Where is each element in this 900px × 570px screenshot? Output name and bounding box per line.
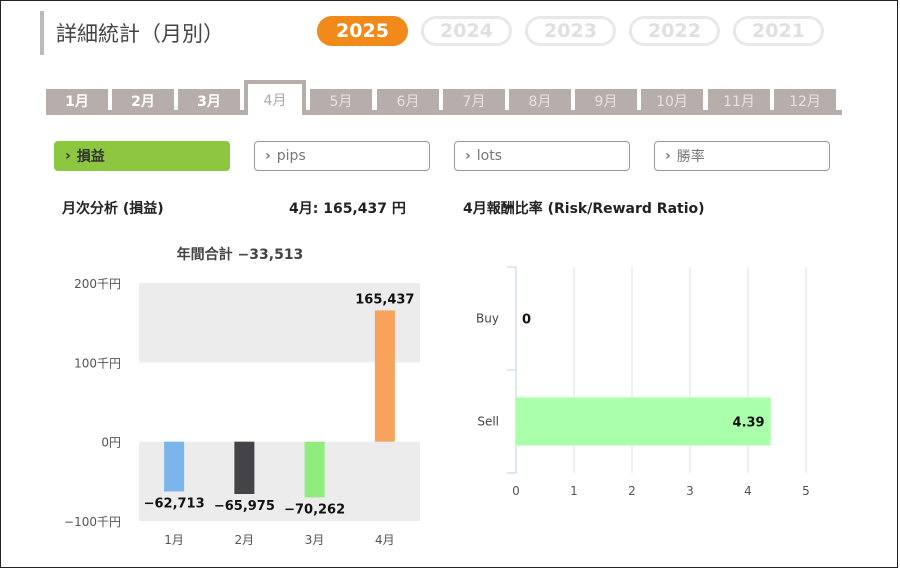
y-tick-label: 100千円 (74, 356, 121, 370)
x-tick-label: 2月 (235, 533, 255, 547)
y-tick-label: 0円 (101, 436, 121, 450)
year-button-2024[interactable]: 2024 (421, 16, 512, 46)
x-tick-label: 1月 (164, 533, 184, 547)
x-tick-label: 1 (570, 484, 578, 498)
page-title: 詳細統計（月別） (56, 22, 224, 46)
monthly-pnl-chart: 年間合計 −33,513 200千円 100千円 0円 −100千円 −62,713 1月 −… (64, 246, 420, 547)
chevron-right-icon: › (65, 148, 71, 164)
year-button-2022[interactable]: 2022 (629, 16, 720, 46)
bar (234, 441, 255, 495)
tab-month-9[interactable]: 9月 (575, 89, 637, 113)
year-button-2025[interactable]: 2025 (317, 16, 408, 46)
risk-reward-chart: 0 1 2 3 4 5 Buy 0 Sell 4.39 (476, 266, 810, 498)
bar (374, 310, 395, 442)
year-selector: 2025 2024 2023 2022 2021 (317, 16, 837, 46)
chart-title: 年間合計 −33,513 (177, 246, 304, 263)
monthly-analysis-label: 月次分析 (損益) (62, 201, 164, 217)
metric-label: lots (476, 148, 503, 164)
metric-button-lots[interactable]: › lots (454, 141, 630, 171)
tab-month-5[interactable]: 5月 (310, 89, 372, 113)
bar (164, 441, 185, 492)
tab-month-2[interactable]: 2月 (112, 89, 174, 113)
y-category-label: Buy (476, 312, 499, 326)
month-tabs: 1月 2月 3月 4月 5月 6月 7月 8月 9月 10月 11月 12月 (46, 80, 842, 116)
x-tick-label: 4月 (375, 533, 395, 547)
x-tick-label: 4 (744, 484, 752, 498)
y-tick-label: −100千円 (64, 515, 121, 529)
tab-month-4[interactable]: 4月 (244, 80, 306, 115)
chevron-right-icon: › (665, 148, 671, 164)
tab-month-3[interactable]: 3月 (178, 89, 240, 113)
month-total-label: 4月: 165,437 円 (289, 201, 406, 217)
x-tick-label: 0 (512, 484, 520, 498)
bar (304, 441, 325, 498)
data-label: −62,713 (144, 496, 205, 511)
y-category-label: Sell (477, 415, 499, 429)
tab-month-11[interactable]: 11月 (708, 89, 770, 113)
ratio-title: 4月報酬比率 (Risk/Reward Ratio) (463, 201, 705, 217)
tab-month-8[interactable]: 8月 (509, 89, 571, 113)
x-tick-label: 3 (686, 484, 694, 498)
tab-month-10[interactable]: 10月 (641, 89, 703, 113)
x-tick-label: 2 (628, 484, 636, 498)
x-tick-label: 3月 (305, 533, 325, 547)
chevron-right-icon: › (265, 148, 271, 164)
chevron-right-icon: › (465, 148, 471, 164)
data-label: 165,437 (355, 292, 414, 307)
metric-button-winrate[interactable]: › 勝率 (654, 141, 830, 171)
data-label: 0 (522, 313, 531, 328)
year-button-2021[interactable]: 2021 (733, 16, 824, 46)
metric-label: pips (276, 148, 306, 164)
data-label: −65,975 (214, 499, 275, 514)
tab-month-1[interactable]: 1月 (46, 89, 108, 113)
data-label: −70,262 (284, 502, 345, 517)
metric-button-pips[interactable]: › pips (254, 141, 430, 171)
metric-label: 損益 (76, 149, 105, 165)
tab-month-7[interactable]: 7月 (443, 89, 505, 113)
title-accent-bar (40, 11, 44, 55)
year-button-2023[interactable]: 2023 (525, 16, 616, 46)
metric-button-pnl[interactable]: › 損益 (54, 141, 230, 171)
data-label: 4.39 (733, 416, 765, 431)
tab-month-6[interactable]: 6月 (377, 89, 439, 113)
metric-label: 勝率 (676, 149, 705, 165)
tab-month-12[interactable]: 12月 (774, 89, 836, 113)
x-tick-label: 5 (802, 484, 810, 498)
y-tick-label: 200千円 (74, 277, 121, 291)
